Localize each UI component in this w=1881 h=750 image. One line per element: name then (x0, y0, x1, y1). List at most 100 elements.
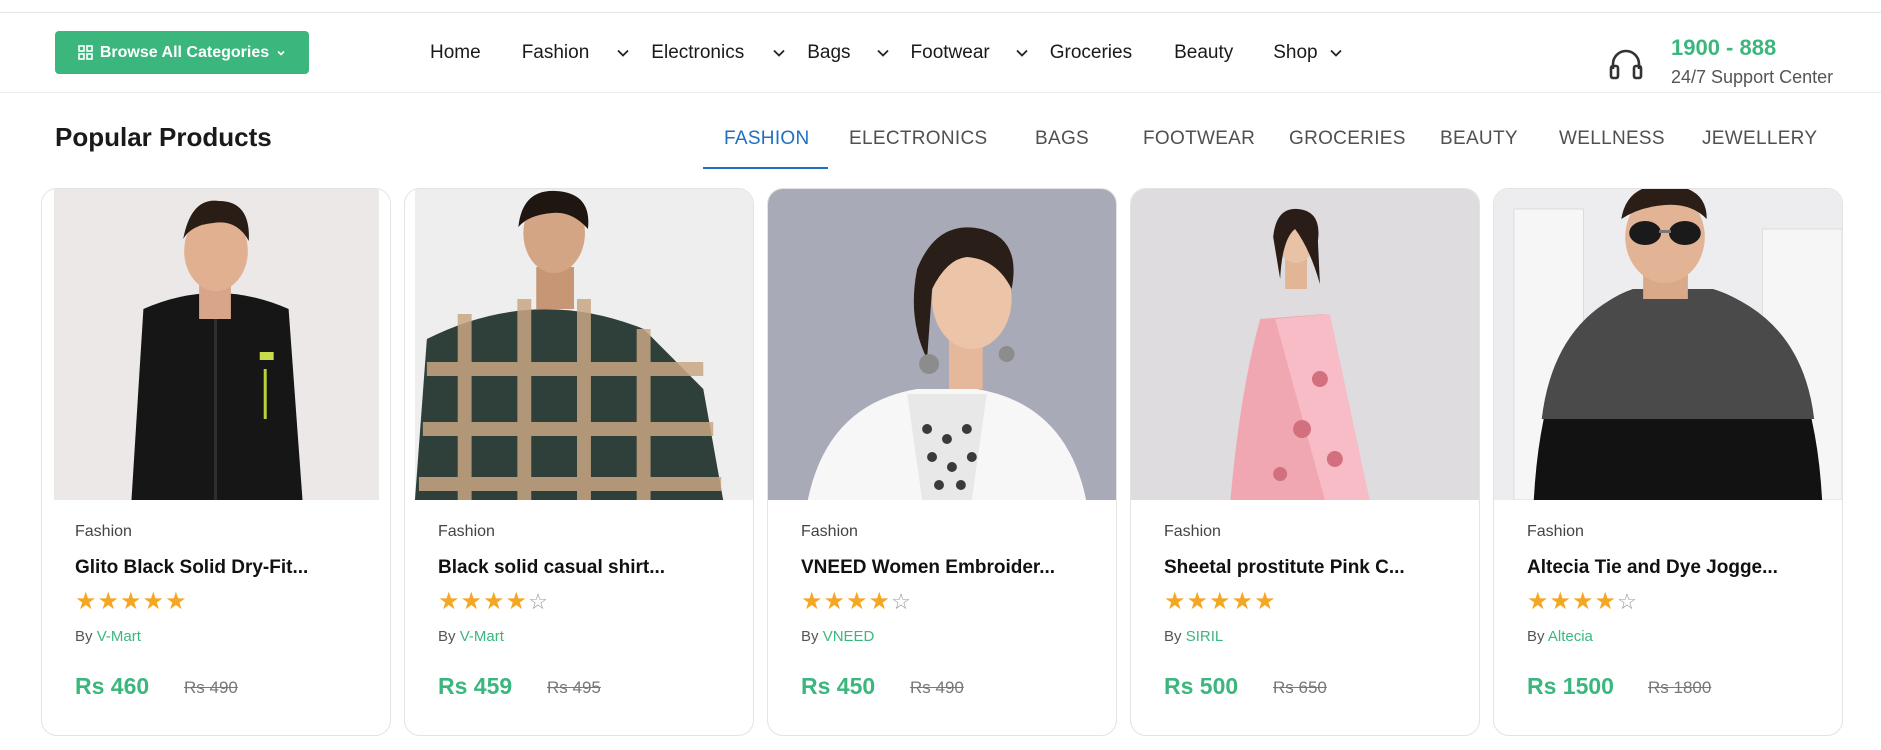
product-card[interactable]: Fashion Black solid casual shirt... ★★★★… (404, 188, 754, 736)
star-icon: ★ (801, 588, 824, 615)
product-image[interactable] (1131, 189, 1479, 500)
rating-stars: ★★★★★ (75, 590, 188, 614)
tab-bags[interactable]: Bags (1035, 128, 1089, 150)
grid-icon (78, 45, 93, 60)
nav-item-beauty[interactable]: Beauty (1174, 42, 1233, 64)
nav-label: Groceries (1049, 42, 1133, 63)
star-icon: ★ (1572, 588, 1595, 615)
product-price: Rs 500 (1164, 673, 1239, 699)
star-icon: ★ (483, 588, 506, 615)
star-icon: ★ (97, 588, 121, 615)
star-outline-icon: ☆ (1617, 589, 1638, 614)
chevron-down-icon (276, 48, 286, 58)
product-name[interactable]: VNEED Women Embroider... (801, 557, 1055, 579)
product-image[interactable] (1494, 189, 1842, 500)
section-title: Popular Products (55, 122, 272, 152)
product-name[interactable]: Glito Black Solid Dry-Fit... (75, 557, 308, 579)
support-label: 24/7 Support Center (1671, 67, 1834, 87)
tab-footwear[interactable]: Footwear (1143, 128, 1255, 150)
product-card[interactable]: Fashion Altecia Tie and Dye Jogge... ★★★… (1493, 188, 1843, 736)
product-vendor: By V-Mart (438, 628, 504, 645)
product-category: Fashion (75, 523, 132, 540)
product-image[interactable] (42, 189, 390, 500)
chevron-down-icon (616, 48, 630, 58)
star-icon: ★ (505, 588, 529, 615)
support-center[interactable]: 1900 - 888 24/7 Support Center (1608, 23, 1878, 87)
product-name[interactable]: Black solid casual shirt... (438, 557, 665, 579)
vendor-link[interactable]: V-Mart (460, 628, 504, 645)
nav-item-shop[interactable]: Shop (1273, 42, 1342, 64)
star-outline-icon: ☆ (528, 589, 549, 614)
tab-wellness[interactable]: Wellness (1559, 128, 1665, 150)
product-old-price: Rs 490 (910, 678, 964, 697)
product-price: Rs 459 (438, 673, 513, 699)
product-vendor: By V-Mart (75, 628, 141, 645)
vendor-prefix: By (1527, 628, 1545, 645)
star-icon: ★ (1254, 588, 1277, 615)
vendor-prefix: By (801, 628, 819, 645)
star-icon: ★ (1186, 588, 1210, 615)
nav-label: Footwear (910, 42, 990, 63)
chevron-down-icon (1329, 48, 1343, 58)
product-price: Rs 1500 (1527, 673, 1614, 699)
product-category: Fashion (438, 523, 495, 540)
star-icon: ★ (75, 588, 98, 615)
star-icon: ★ (120, 588, 143, 615)
rating-stars: ★★★★★ (1164, 590, 1277, 614)
nav-label: Bags (807, 42, 851, 63)
vendor-link[interactable]: SIRIL (1186, 628, 1224, 645)
product-name[interactable]: Sheetal prostitute Pink C... (1164, 557, 1405, 579)
browse-categories-button[interactable]: Browse All Categories (55, 31, 309, 74)
nav-item-bags[interactable]: Bags (807, 42, 889, 64)
product-category: Fashion (1527, 523, 1584, 540)
headphones-icon (1608, 47, 1644, 86)
star-icon: ★ (1231, 588, 1255, 615)
nav-label: Beauty (1174, 42, 1234, 63)
product-card[interactable]: Fashion Sheetal prostitute Pink C... ★★★… (1130, 188, 1480, 736)
star-icon: ★ (165, 588, 188, 615)
rating-stars: ★★★★☆ (801, 590, 912, 614)
nav-item-electronics[interactable]: Electronics (651, 42, 786, 64)
nav-item-footwear[interactable]: Footwear (911, 42, 1029, 64)
vendor-link[interactable]: VNEED (823, 628, 875, 645)
star-icon: ★ (438, 588, 461, 615)
main-nav: Home Fashion Electronics Bags Footwear G… (430, 13, 1343, 93)
product-price: Rs 460 (75, 673, 150, 699)
tab-beauty[interactable]: Beauty (1440, 128, 1518, 150)
nav-label: Shop (1273, 42, 1318, 63)
product-old-price: Rs 650 (1273, 678, 1327, 697)
star-icon: ★ (868, 588, 892, 615)
chevron-down-icon (1015, 48, 1029, 58)
product-card[interactable]: Fashion VNEED Women Embroider... ★★★★☆ B… (767, 188, 1117, 736)
tab-jewellery[interactable]: Jewellery (1702, 128, 1817, 150)
vendor-link[interactable]: V-Mart (97, 628, 141, 645)
product-price: Rs 450 (801, 673, 876, 699)
product-old-price: Rs 490 (184, 678, 238, 697)
tab-fashion[interactable]: Fashion (724, 128, 810, 150)
product-category: Fashion (1164, 523, 1221, 540)
star-icon: ★ (1594, 588, 1618, 615)
nav-label: Electronics (651, 42, 745, 63)
nav-item-groceries[interactable]: Groceries (1050, 42, 1132, 64)
site-header: Browse All Categories Home Fashion Elect… (0, 13, 1881, 93)
product-card[interactable]: Fashion Glito Black Solid Dry-Fit... ★★★… (41, 188, 391, 736)
support-phone: 1900 - 888 (1671, 35, 1777, 60)
product-name[interactable]: Altecia Tie and Dye Jogge... (1527, 557, 1778, 579)
vendor-link[interactable]: Altecia (1548, 628, 1593, 645)
product-vendor: By Altecia (1527, 628, 1593, 645)
nav-item-home[interactable]: Home (430, 42, 481, 64)
star-icon: ★ (460, 588, 484, 615)
tab-groceries[interactable]: Groceries (1289, 128, 1406, 150)
vendor-prefix: By (1164, 628, 1182, 645)
product-old-price: Rs 1800 (1648, 678, 1712, 697)
product-image[interactable] (768, 189, 1116, 500)
vendor-prefix: By (75, 628, 93, 645)
nav-item-fashion[interactable]: Fashion (522, 42, 631, 64)
nav-label: Fashion (521, 42, 590, 63)
product-vendor: By VNEED (801, 628, 874, 645)
tab-electronics[interactable]: Electronics (849, 128, 987, 150)
star-icon: ★ (823, 588, 847, 615)
product-image[interactable] (405, 189, 753, 500)
rating-stars: ★★★★☆ (1527, 590, 1638, 614)
active-tab-indicator (703, 167, 828, 169)
